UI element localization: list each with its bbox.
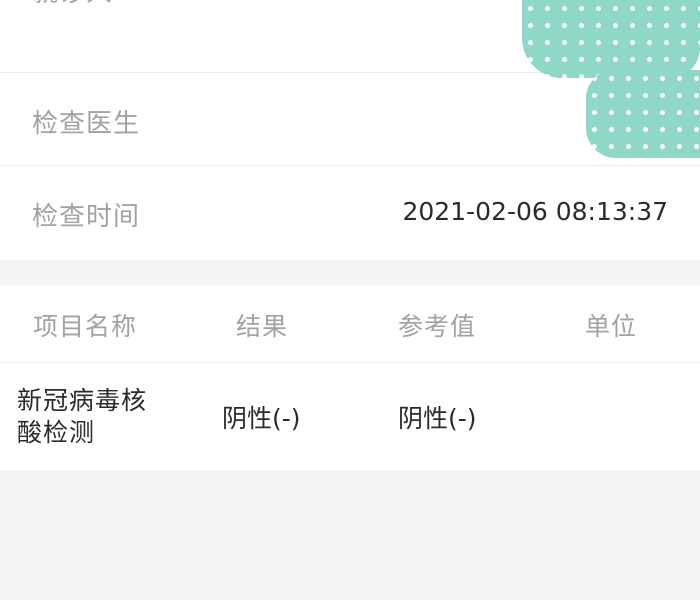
- exam-time-label: 检查时间: [32, 202, 141, 232]
- header-unit: 单位: [585, 312, 638, 341]
- test-reference: 阴性(-): [398, 404, 477, 433]
- patient-label: 就诊人: [32, 0, 113, 9]
- table-header: 项目名称 结果 参考值 单位: [0, 285, 700, 363]
- header-item-name: 项目名称: [33, 312, 138, 341]
- header-result: 结果: [236, 312, 289, 341]
- exam-time-value: 2021-02-06 08:13:37: [402, 197, 668, 226]
- exam-time-row: 检查时间 2021-02-06 08:13:37: [0, 166, 700, 259]
- doctor-label: 检查医生: [32, 109, 141, 139]
- test-result: 阴性(-): [222, 404, 301, 433]
- test-item-name: 新冠病毒核酸检测: [17, 386, 148, 447]
- table-row: 新冠病毒核酸检测 阴性(-) 阴性(-): [0, 363, 700, 470]
- redaction-mask-doctor: [586, 70, 700, 158]
- test-results-card: 项目名称 结果 参考值 单位 新冠病毒核酸检测 阴性(-) 阴性(-): [0, 285, 700, 470]
- exam-info-card: 就诊人 检查医生 检查时间 2021-02-06 08:13:37: [0, 0, 700, 260]
- header-reference: 参考值: [398, 312, 477, 341]
- redaction-mask-patient: [522, 0, 700, 78]
